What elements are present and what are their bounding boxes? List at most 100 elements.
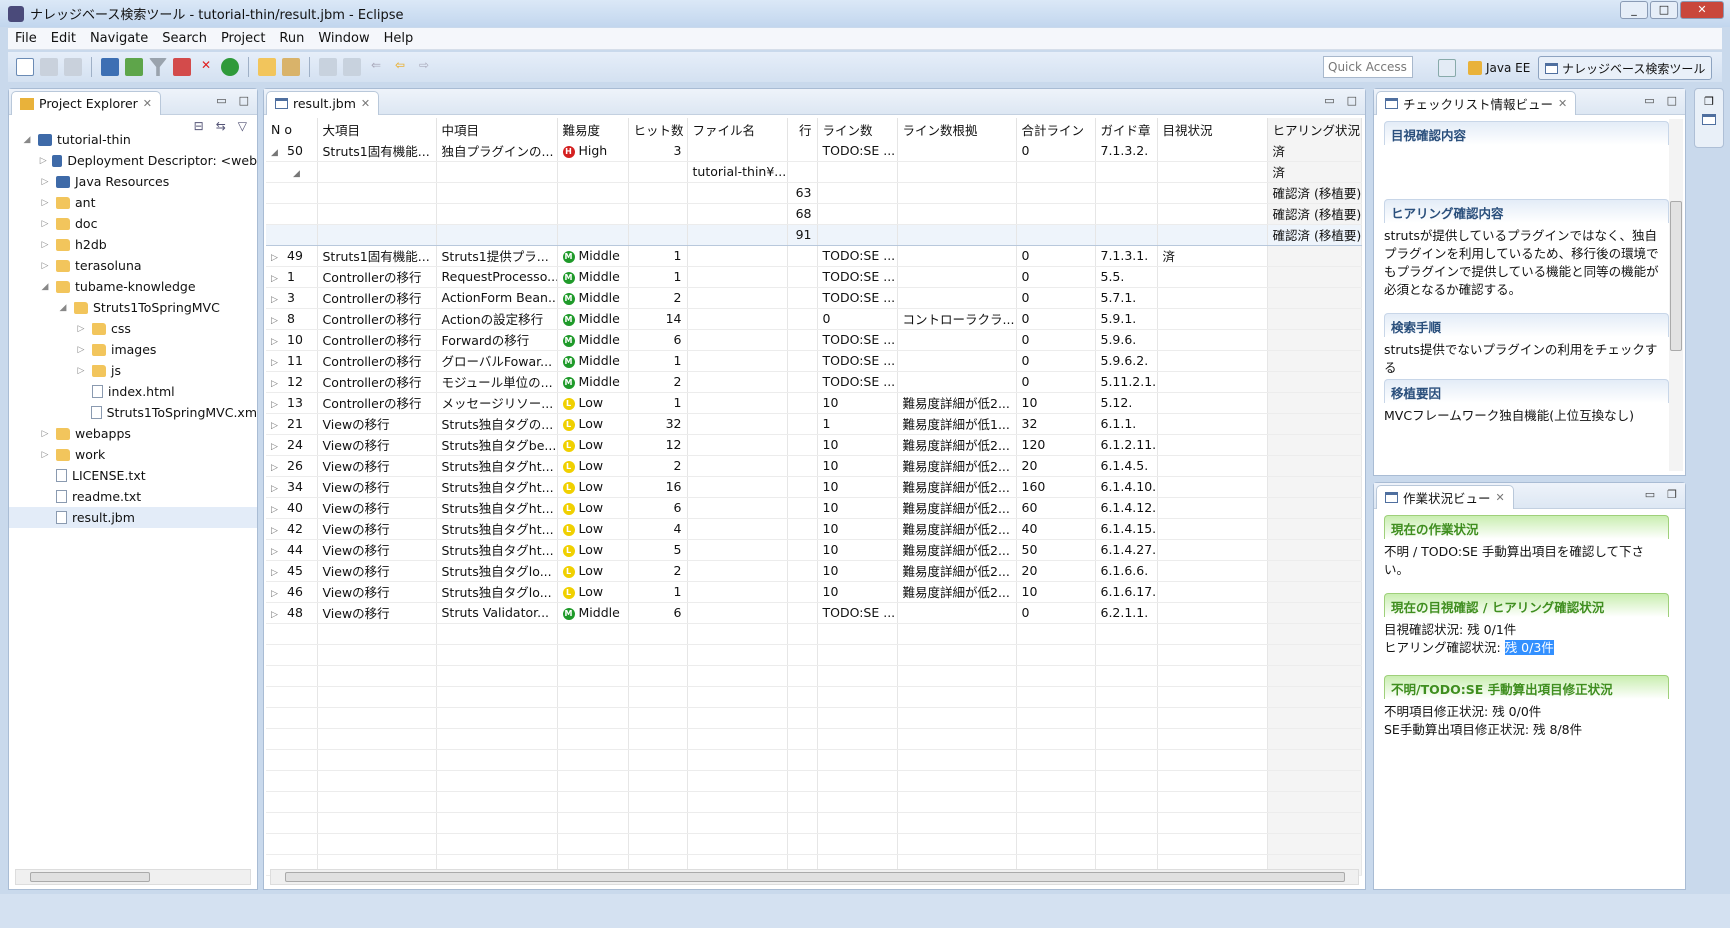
delete-icon[interactable]: ✕ xyxy=(197,58,215,76)
expand-twisty-icon[interactable]: ▷ xyxy=(271,295,287,305)
tree-item[interactable]: ▷ ant xyxy=(9,192,257,213)
close-tab-icon[interactable]: ✕ xyxy=(361,97,370,110)
expand-twisty-icon[interactable]: ▷ xyxy=(271,316,287,326)
collapsed-twisty-icon[interactable]: ▷ xyxy=(39,219,51,229)
quick-access-input[interactable]: Quick Access xyxy=(1323,56,1413,78)
column-header[interactable]: ガイド章 xyxy=(1095,118,1158,140)
column-header[interactable]: 合計ライン xyxy=(1016,118,1096,140)
horizontal-scrollbar[interactable] xyxy=(270,869,1359,885)
menu-window[interactable]: Window xyxy=(311,31,376,46)
table-row[interactable]: ▷ 26 Viewの移行 Struts独自タグht... L Low 2 10 難易度詳細が低2… xyxy=(266,455,1362,477)
run-icon[interactable] xyxy=(221,58,239,76)
table-row[interactable]: ▷ 10 Controllerの移行 Forwardの移行 M Middle 6 TODO:S… xyxy=(266,329,1362,351)
next-annotation-icon[interactable] xyxy=(319,58,337,76)
console-icon[interactable] xyxy=(101,58,119,76)
perspective-java-ee[interactable]: Java EE xyxy=(1462,56,1536,80)
tree-item[interactable]: ▷ work xyxy=(9,444,257,465)
menu-edit[interactable]: Edit xyxy=(44,31,83,46)
column-header[interactable]: 行 xyxy=(787,118,818,140)
minimize-icon[interactable]: ▭ xyxy=(216,94,226,107)
collapsed-twisty-icon[interactable]: ▷ xyxy=(39,177,51,187)
tree-item[interactable]: readme.txt xyxy=(9,486,257,507)
table-row[interactable]: ▷ 45 Viewの移行 Struts独自タグlo... L Low 2 10 難易度詳細が低2… xyxy=(266,560,1362,582)
table-row[interactable]: ▷ 11 Controllerの移行 グローバルFowar... M Middle 1 TOD… xyxy=(266,350,1362,372)
table-row[interactable]: ◢ tutorial-thin¥... 済 xyxy=(266,161,1362,183)
close-button[interactable]: ✕ xyxy=(1680,1,1724,19)
tree-item[interactable]: ▷ Java Resources xyxy=(9,171,257,192)
tree-item[interactable]: ▷ Deployment Descriptor: <web xyxy=(9,150,257,171)
restore-icon[interactable]: ❐ xyxy=(1667,488,1677,501)
tree-item[interactable]: ▷ doc xyxy=(9,213,257,234)
horizontal-scrollbar[interactable] xyxy=(15,869,251,885)
maximize-icon[interactable]: □ xyxy=(1667,94,1677,107)
menu-navigate[interactable]: Navigate xyxy=(83,31,155,46)
expand-twisty-icon[interactable]: ▷ xyxy=(271,421,287,431)
expand-twisty-icon[interactable]: ▷ xyxy=(271,379,287,389)
table-row[interactable]: ▷ 13 Controllerの移行 メッセージリソー... L Low 1 10 難易度詳細が… xyxy=(266,392,1362,414)
column-header[interactable]: N o xyxy=(266,118,318,140)
new-icon[interactable] xyxy=(16,58,34,76)
tree-item[interactable]: ▷ js xyxy=(9,360,257,381)
vertical-scrollbar[interactable] xyxy=(1669,119,1683,471)
tree-item[interactable]: ▷ css xyxy=(9,318,257,339)
table-row[interactable]: ▷ 49 Struts1固有機能... Struts1提供プラ... M Middle 1 T… xyxy=(266,245,1362,267)
column-header[interactable]: 目視状況 xyxy=(1157,118,1268,140)
table-row[interactable]: 91 確認済 (移植要) xyxy=(266,223,1362,246)
forward-icon[interactable]: ⇨ xyxy=(415,58,433,76)
expand-twisty-icon[interactable]: ▷ xyxy=(271,526,287,536)
expand-twisty-icon[interactable]: ▷ xyxy=(271,547,287,557)
expanded-twisty-icon[interactable]: ◢ xyxy=(57,303,69,313)
expanded-twisty-icon[interactable]: ◢ xyxy=(39,282,51,292)
tree-item[interactable]: index.html xyxy=(9,381,257,402)
maximize-icon[interactable]: □ xyxy=(1347,94,1357,107)
column-header[interactable]: ライン数根拠 xyxy=(897,118,1017,140)
close-tab-icon[interactable]: ✕ xyxy=(1558,97,1567,110)
collapsed-twisty-icon[interactable]: ▷ xyxy=(39,450,51,460)
expand-twisty-icon[interactable]: ◢ xyxy=(271,148,287,158)
perspective-knowledge-tool[interactable]: ナレッジベース検索ツール xyxy=(1538,56,1713,80)
expand-twisty-icon[interactable]: ▷ xyxy=(271,484,287,494)
menu-project[interactable]: Project xyxy=(214,31,272,46)
expand-twisty-icon[interactable]: ▷ xyxy=(271,274,287,284)
table-row[interactable]: ▷ 12 Controllerの移行 モジュール単位の... M Middle 2 TODO:… xyxy=(266,371,1362,393)
tree-item[interactable]: LICENSE.txt xyxy=(9,465,257,486)
expand-twisty-icon[interactable]: ▷ xyxy=(271,568,287,578)
table-row[interactable]: ▷ 24 Viewの移行 Struts独自タグbe... L Low 12 10 難易度詳細が低… xyxy=(266,434,1362,456)
expand-twisty-icon[interactable]: ▷ xyxy=(271,253,287,263)
table-row[interactable]: ◢ 50 Struts1固有機能... 独自プラグインの... H High 3 TODO:S… xyxy=(266,140,1362,162)
tree-item[interactable]: ◢ tutorial-thin xyxy=(9,129,257,150)
column-header[interactable]: 難易度 xyxy=(557,118,629,140)
tree-item[interactable]: ▷ images xyxy=(9,339,257,360)
tree-item[interactable]: ▷ terasoluna xyxy=(9,255,257,276)
expanded-twisty-icon[interactable]: ◢ xyxy=(21,135,33,145)
expand-twisty-icon[interactable]: ▷ xyxy=(271,589,287,599)
tab-project-explorer[interactable]: Project Explorer ✕ xyxy=(11,91,162,115)
minimize-icon[interactable]: ▭ xyxy=(1645,488,1655,501)
restore-icon[interactable]: ❐ xyxy=(1695,95,1723,108)
table-row[interactable]: ▷ 44 Viewの移行 Struts独自タグht... L Low 5 10 難易度詳細が低2… xyxy=(266,539,1362,561)
search-tool-icon[interactable] xyxy=(282,58,300,76)
table-row[interactable]: ▷ 42 Viewの移行 Struts独自タグht... L Low 4 10 難易度詳細が低2… xyxy=(266,518,1362,540)
table-row[interactable]: 63 確認済 (移植要) xyxy=(266,182,1362,204)
tree-item[interactable]: result.jbm xyxy=(9,507,257,528)
collapsed-twisty-icon[interactable]: ▷ xyxy=(75,345,87,355)
table-row[interactable]: ▷ 1 Controllerの移行 RequestProcesso... M Middle… xyxy=(266,266,1362,288)
column-header[interactable]: ヒアリング状況 xyxy=(1267,118,1362,140)
menu-search[interactable]: Search xyxy=(155,31,214,46)
collapsed-twisty-icon[interactable]: ▷ xyxy=(39,261,51,271)
minimized-view-icon[interactable] xyxy=(1702,114,1716,125)
tree-item[interactable]: ◢ Struts1ToSpringMVC xyxy=(9,297,257,318)
table-row[interactable]: ▷ 48 Viewの移行 Struts Validator... M Middle 6 TOD… xyxy=(266,602,1362,624)
collapsed-twisty-icon[interactable]: ▷ xyxy=(75,324,87,334)
collapsed-twisty-icon[interactable]: ▷ xyxy=(39,429,51,439)
table-row[interactable]: ▷ 46 Viewの移行 Struts独自タグlo... L Low 1 10 難易度詳細が低2… xyxy=(266,581,1362,603)
minimize-button[interactable]: _ xyxy=(1620,1,1648,19)
expand-twisty-icon[interactable]: ▷ xyxy=(271,463,287,473)
expand-twisty-icon[interactable]: ▷ xyxy=(271,505,287,515)
expand-twisty-icon[interactable]: ▷ xyxy=(271,400,287,410)
column-header[interactable]: 中項目 xyxy=(436,118,558,140)
column-header[interactable]: ヒット数 xyxy=(628,118,688,140)
menu-help[interactable]: Help xyxy=(377,31,421,46)
column-header[interactable]: 大項目 xyxy=(317,118,437,140)
tab-checklist-info[interactable]: チェックリスト情報ビュー ✕ xyxy=(1376,91,1577,115)
